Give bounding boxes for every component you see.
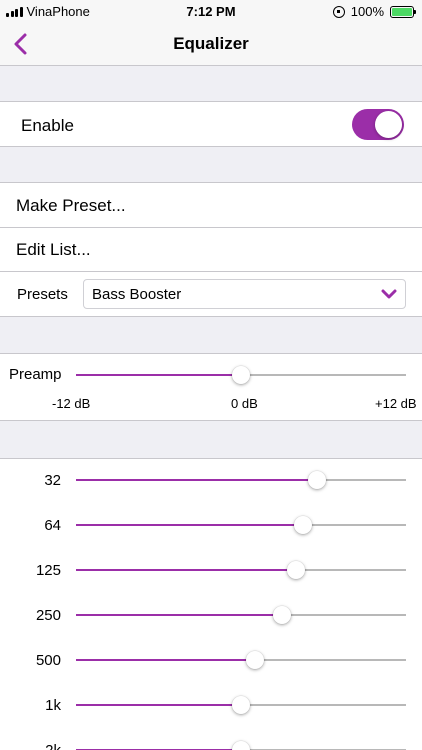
nav-bar: Equalizer [0, 22, 422, 66]
slider-fill [76, 374, 241, 376]
band-label: 64 [44, 517, 61, 534]
preamp-section: Preamp -12 dB 0 dB +12 dB [0, 353, 422, 421]
make-preset-row[interactable]: Make Preset... [0, 183, 422, 228]
band-row: 64 [0, 504, 422, 549]
presets-row: Presets Bass Booster [0, 272, 422, 317]
slider-fill [76, 479, 317, 481]
preamp-max-label: +12 dB [375, 396, 417, 411]
band-row: 125 [0, 549, 422, 594]
slider-fill [76, 524, 303, 526]
preamp-label: Preamp [9, 366, 62, 383]
band-slider[interactable] [76, 696, 406, 716]
slider-thumb[interactable] [307, 471, 326, 489]
preamp-mid-label: 0 dB [231, 396, 258, 411]
band-label: 1k [45, 697, 61, 714]
slider-thumb[interactable] [245, 651, 264, 669]
slider-fill [76, 614, 283, 616]
page-title: Equalizer [173, 34, 249, 53]
band-label: 500 [35, 652, 61, 669]
presets-label: Presets [17, 286, 68, 303]
band-slider[interactable] [76, 741, 406, 750]
bands-section: 32 64 125 250 500 1k 2k [0, 458, 422, 750]
band-label: 125 [35, 562, 61, 579]
slider-thumb[interactable] [232, 741, 250, 750]
battery-icon [390, 5, 416, 18]
slider-thumb[interactable] [273, 606, 292, 624]
slider-thumb[interactable] [293, 516, 312, 534]
band-slider[interactable] [76, 651, 406, 671]
slider-thumb[interactable] [232, 366, 250, 384]
slider-thumb[interactable] [287, 561, 305, 579]
enable-row: Enable [0, 101, 422, 147]
chevron-down-icon [381, 289, 397, 299]
band-slider[interactable] [76, 516, 406, 536]
slider-fill [76, 569, 296, 571]
enable-label: Enable [21, 116, 74, 135]
slider-fill [76, 659, 255, 661]
band-label: 250 [35, 607, 61, 624]
preamp-slider[interactable] [76, 366, 406, 386]
band-label: 32 [44, 472, 61, 489]
battery-percent: 100% [350, 4, 384, 19]
slider-thumb[interactable] [232, 696, 250, 714]
band-row: 1k [0, 684, 422, 729]
band-slider[interactable] [76, 561, 406, 581]
edit-list-label: Edit List... [16, 240, 91, 259]
band-row: 2k [0, 729, 422, 750]
orientation-lock-icon [332, 5, 345, 18]
band-label: 2k [0, 742, 61, 750]
presets-selected-value: Bass Booster [92, 286, 182, 303]
toggle-knob [375, 111, 402, 138]
edit-list-row[interactable]: Edit List... [0, 228, 422, 272]
slider-fill [76, 704, 241, 706]
status-right: 100% [332, 4, 416, 19]
band-slider[interactable] [76, 471, 406, 491]
make-preset-label: Make Preset... [16, 196, 126, 215]
presets-select[interactable]: Bass Booster [83, 279, 406, 309]
band-row: 250 [0, 594, 422, 639]
preamp-min-label: -12 dB [52, 396, 91, 411]
band-row: 32 [0, 459, 422, 504]
band-slider[interactable] [76, 606, 406, 626]
enable-toggle[interactable] [352, 109, 404, 140]
status-bar: VinaPhone 7:12 PM 100% [0, 0, 422, 22]
band-row: 500 [0, 639, 422, 684]
